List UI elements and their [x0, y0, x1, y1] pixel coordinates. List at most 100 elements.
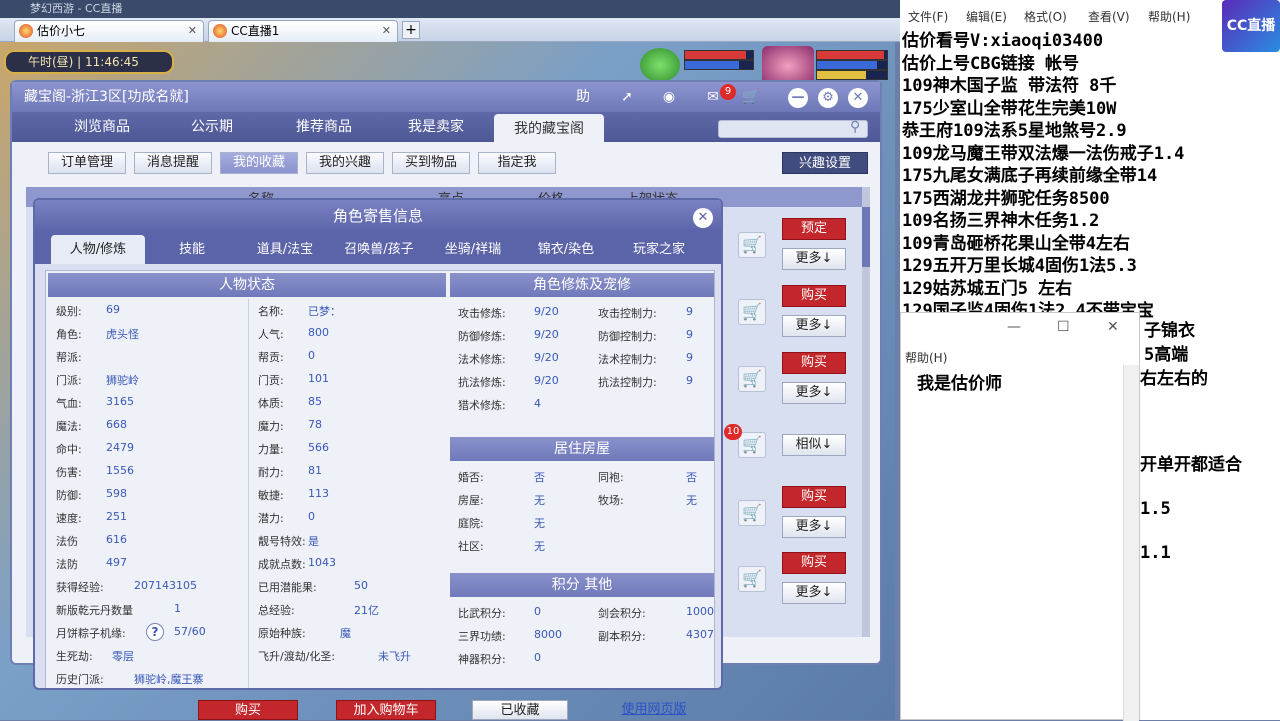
close-button[interactable]: ✕ — [848, 88, 868, 108]
record-icon[interactable]: ◉ — [658, 87, 680, 107]
qianyuan-label: 新版乾元丹数量 — [56, 604, 133, 617]
field-label: 三界功绩: — [458, 630, 506, 643]
stat-label: 气血: — [56, 397, 82, 410]
tab-2[interactable]: CC直播1 ✕ — [208, 20, 398, 42]
subnav-designated[interactable]: 指定我 — [478, 152, 556, 174]
close-button[interactable]: ✕ — [1107, 319, 1119, 335]
help-button[interactable]: 助 — [572, 87, 594, 107]
scrollbar[interactable] — [1123, 365, 1139, 721]
fly-value: 未飞升 — [378, 650, 411, 663]
menu-file[interactable]: 文件(F) — [908, 8, 948, 25]
minimize-button[interactable]: — — [1007, 319, 1021, 335]
stat-label: 力量: — [258, 443, 284, 456]
more-button[interactable]: 更多↓ — [782, 516, 846, 538]
more-button[interactable]: 更多↓ — [782, 248, 846, 270]
web-version-link[interactable]: 使用网页版 — [606, 700, 702, 720]
window-title-bar: 藏宝阁-浙江3区[功成名就] 助 ➚ ◉ ✉ 9 🛒 — ⚙ ✕ — [12, 82, 880, 112]
exp-label: 获得经验: — [56, 581, 104, 594]
text-line: 估价上号CBG链接 帐号 — [902, 53, 1079, 74]
text-line: 109龙马魔王带双法爆一法伤戒子1.4 — [902, 143, 1185, 164]
notepad-text[interactable]: 我是估价师 — [917, 369, 1002, 394]
buy-button[interactable]: 购买 — [782, 486, 846, 508]
cart-icon[interactable]: 🛒 — [738, 232, 766, 258]
search-icon[interactable]: ⚲ — [850, 119, 860, 135]
pet-avatar[interactable] — [640, 48, 680, 82]
new-tab-button[interactable]: + — [402, 21, 420, 39]
close-button[interactable]: ✕ — [693, 208, 713, 228]
reserve-button[interactable]: 预定 — [782, 218, 846, 240]
stat-value: 616 — [106, 533, 127, 546]
buy-button[interactable]: 购买 — [782, 285, 846, 307]
buy-button[interactable]: 购买 — [782, 552, 846, 574]
tab-pets[interactable]: 召唤兽/孩子 — [335, 235, 423, 264]
more-button[interactable]: 更多↓ — [782, 315, 846, 337]
nav-browse[interactable]: 浏览商品 — [52, 112, 152, 142]
field-label: 剑会积分: — [598, 607, 646, 620]
close-tab-icon[interactable]: ✕ — [188, 21, 197, 41]
field-value: 无 — [686, 494, 697, 507]
dialog-title: 角色寄售信息 — [35, 200, 721, 232]
subnav-interests[interactable]: 我的兴趣 — [306, 152, 384, 174]
help-icon[interactable]: ? — [146, 623, 164, 641]
tab-skills[interactable]: 技能 — [155, 235, 229, 264]
cart-icon[interactable]: 🛒 — [738, 299, 766, 325]
cart-icon[interactable]: 🛒 — [738, 366, 766, 392]
menu-view[interactable]: 查看(V) — [1088, 8, 1130, 25]
fly-label: 飞升/渡劫/化圣: — [258, 650, 336, 663]
field-label: 牧场: — [598, 494, 624, 507]
add-to-cart-button[interactable]: 加入购物车 — [336, 700, 436, 720]
cart-icon[interactable]: 🛒 — [738, 432, 766, 458]
window-title: 藏宝阁-浙江3区[功成名就] — [24, 89, 189, 105]
notepad-text[interactable]: 估价看号V:xiaoqi03400 估价上号CBG链接 帐号 109神木国子监 带法… — [900, 30, 1280, 321]
field-label: 抗法修炼: — [458, 376, 506, 389]
menu-edit[interactable]: 编辑(E) — [966, 8, 1007, 25]
menu-help[interactable]: 帮助(H) — [1148, 8, 1190, 25]
menu-help[interactable]: 帮助(H) — [905, 349, 947, 366]
subnav-orders[interactable]: 订单管理 — [48, 152, 126, 174]
tab-outfits[interactable]: 锦衣/染色 — [523, 235, 609, 264]
subnav-bought[interactable]: 买到物品 — [392, 152, 470, 174]
tab-character[interactable]: 人物/修炼 — [51, 235, 145, 264]
favorited-button[interactable]: 已收藏 — [472, 700, 568, 720]
nav-my-cbg[interactable]: 我的藏宝阁 — [494, 114, 604, 142]
nav-recommended[interactable]: 推荐商品 — [274, 112, 374, 142]
nav-seller[interactable]: 我是卖家 — [386, 112, 486, 142]
menu-format[interactable]: 格式(O) — [1024, 8, 1067, 25]
search-input[interactable] — [718, 120, 868, 138]
stat-label: 命中: — [56, 443, 82, 456]
list-scrollbar[interactable] — [862, 187, 870, 637]
nav-public[interactable]: 公示期 — [162, 112, 262, 142]
stat-value: 3165 — [106, 395, 134, 408]
buy-button[interactable]: 购买 — [198, 700, 298, 720]
character-info-dialog: 角色寄售信息 ✕ 人物/修炼 技能 道具/法宝 召唤兽/孩子 坐骑/祥瑞 锦衣/… — [33, 198, 723, 690]
notepad-menu: 文件(F) 编辑(E) 格式(O) 查看(V) 帮助(H) — [900, 8, 1220, 28]
cultivation-section-title: 角色修炼及宠修 — [450, 273, 714, 297]
text-line: 129五开万里长城4固伤1法5.3 — [902, 256, 1137, 276]
minimize-button[interactable]: — — [788, 88, 808, 108]
more-button[interactable]: 更多↓ — [782, 382, 846, 404]
subnav-messages[interactable]: 消息提醒 — [134, 152, 212, 174]
subnav-favorites[interactable]: 我的收藏 — [220, 152, 298, 174]
tab-items[interactable]: 道具/法宝 — [239, 235, 331, 264]
stat-value: 85 — [308, 395, 322, 408]
tab-1[interactable]: 估价小七 ✕ — [14, 20, 204, 42]
more-button[interactable]: 更多↓ — [782, 582, 846, 604]
cart-icon[interactable]: 🛒 — [738, 566, 766, 592]
cart-icon[interactable]: 🛒 — [740, 87, 762, 107]
text-line: 5高端 — [1144, 345, 1189, 365]
stat-label: 法伤 — [56, 535, 78, 548]
share-icon[interactable]: ➚ — [616, 87, 638, 107]
field-label: 同袍: — [598, 471, 624, 484]
close-tab-icon[interactable]: ✕ — [382, 21, 391, 41]
tab-home[interactable]: 玩家之家 — [617, 235, 701, 264]
tab-mounts[interactable]: 坐骑/祥瑞 — [431, 235, 515, 264]
mooncake-value: 57/60 — [174, 625, 206, 638]
mooncake-label: 月饼粽子机缘: — [56, 627, 126, 640]
buy-button[interactable]: 购买 — [782, 352, 846, 374]
similar-button[interactable]: 相似↓ — [782, 434, 846, 456]
cart-icon[interactable]: 🛒 — [738, 500, 766, 526]
field-value: 9 — [686, 351, 693, 364]
maximize-button[interactable]: ☐ — [1057, 319, 1070, 335]
settings-icon[interactable]: ⚙ — [818, 88, 838, 108]
interest-settings-button[interactable]: 兴趣设置 — [782, 152, 868, 174]
